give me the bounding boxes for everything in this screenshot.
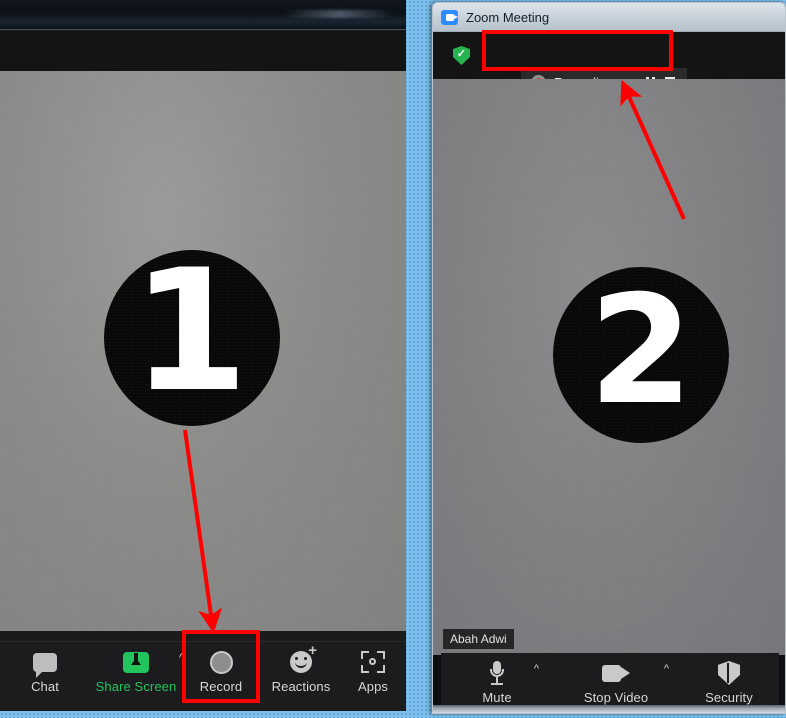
toolbar-label-mute: Mute	[482, 690, 512, 705]
share-screen-icon	[123, 649, 149, 675]
number-badge-one: 1	[104, 233, 280, 430]
toolbar-label-record: Record	[199, 679, 243, 694]
toolbar-button-security[interactable]: Security	[679, 653, 779, 705]
toolbar-button-share-screen[interactable]: Share Screen ^	[90, 642, 184, 694]
left-window-titlebar[interactable]	[0, 0, 406, 30]
right-video-feed[interactable]: 2 Abah Adwi	[433, 79, 785, 655]
toolbar-label-chat: Chat	[31, 679, 59, 694]
video-camera-icon	[602, 660, 630, 686]
left-window-subbar	[0, 31, 406, 71]
participant-name-tag: Abah Adwi	[443, 629, 514, 649]
chevron-up-icon-mute[interactable]: ^	[534, 663, 539, 675]
record-circle-icon	[209, 649, 233, 675]
toolbar-label-share-screen: Share Screen	[95, 679, 177, 694]
toolbar-button-stop-video[interactable]: Stop Video ^	[553, 653, 679, 705]
chat-bubble-icon	[33, 649, 57, 678]
window-bottom-frame	[433, 705, 785, 713]
right-zoom-window: Zoom Meeting Recording... 2 Abah Adwi	[432, 2, 786, 714]
number-badge-two-label: 2	[588, 263, 694, 438]
left-zoom-window: 1 Chat Share Screen ^ Record + Reactions…	[0, 0, 406, 711]
microphone-icon	[487, 660, 507, 686]
right-window-topbar: Recording...	[433, 32, 785, 96]
screen-root: 1 Chat Share Screen ^ Record + Reactions…	[0, 0, 786, 718]
number-badge-two: 2	[553, 267, 729, 443]
toolbar-button-reactions[interactable]: + Reactions	[260, 642, 342, 694]
apps-icon	[361, 649, 385, 675]
toolbar-label-stop-video: Stop Video	[583, 690, 649, 705]
window-title: Zoom Meeting	[466, 9, 550, 25]
toolbar-label-security: Security	[705, 690, 753, 705]
reactions-smiley-icon: +	[290, 643, 317, 675]
right-zoom-toolbar: Mute ^ Stop Video ^ Security	[441, 653, 779, 705]
zoom-camera-icon	[441, 9, 458, 25]
shield-icon	[718, 660, 740, 686]
toolbar-label-apps: Apps	[357, 679, 389, 694]
titlebar-glint	[284, 10, 394, 18]
left-zoom-toolbar: Chat Share Screen ^ Record + Reactions A…	[0, 641, 406, 711]
toolbar-label-reactions: Reactions	[271, 679, 331, 694]
toolbar-button-chat[interactable]: Chat	[0, 642, 90, 694]
toolbar-button-record[interactable]: Record	[182, 642, 260, 694]
toolbar-button-apps[interactable]: Apps	[342, 642, 404, 694]
chevron-up-icon-stop-video[interactable]: ^	[664, 663, 669, 675]
number-badge-one-label: 1	[131, 233, 249, 430]
right-window-titlebar[interactable]: Zoom Meeting	[433, 3, 785, 32]
toolbar-button-mute[interactable]: Mute ^	[441, 653, 553, 705]
green-shield-check-icon[interactable]	[453, 46, 470, 65]
left-video-feed[interactable]: 1	[0, 71, 406, 631]
